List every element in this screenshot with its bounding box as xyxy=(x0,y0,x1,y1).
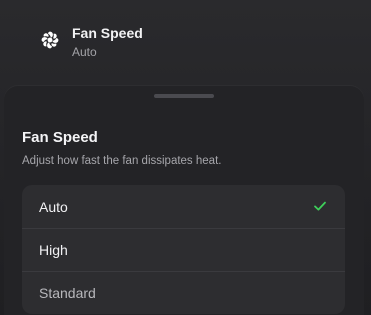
sheet-title: Fan Speed xyxy=(22,129,98,146)
option-label: Standard xyxy=(39,285,96,301)
option-high[interactable]: High xyxy=(22,228,345,271)
sheet-grabber[interactable] xyxy=(154,94,214,98)
fan-speed-setting-row[interactable]: Fan Speed Auto xyxy=(40,22,143,60)
sheet-description: Adjust how fast the fan dissipates heat. xyxy=(22,155,222,167)
option-standard[interactable]: Standard xyxy=(22,271,345,314)
checkmark-icon xyxy=(314,201,326,211)
option-auto[interactable]: Auto xyxy=(22,185,345,228)
setting-title: Fan Speed xyxy=(72,25,143,41)
setting-text: Fan Speed Auto xyxy=(72,22,143,60)
fan-icon xyxy=(41,31,59,49)
fan-speed-sheet: Fan Speed Adjust how fast the fan dissip… xyxy=(4,86,364,315)
setting-value: Auto xyxy=(72,45,97,59)
option-label: Auto xyxy=(39,198,68,215)
fan-speed-options: Auto High Standard xyxy=(22,185,345,314)
option-label: High xyxy=(39,242,68,258)
screen: Fan Speed Auto Fan Speed Adjust how fast… xyxy=(0,0,371,315)
